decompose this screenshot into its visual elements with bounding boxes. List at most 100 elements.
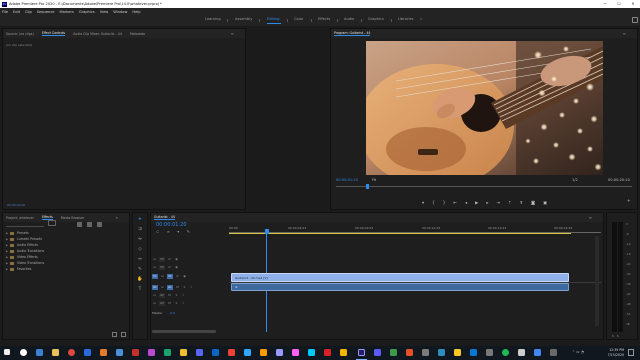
chrome-icon[interactable] (68, 349, 75, 356)
file-explorer-icon[interactable] (52, 349, 59, 356)
tab-project[interactable]: Project: whatever (6, 216, 34, 220)
menu-help[interactable]: Help (132, 10, 140, 14)
mail-icon[interactable] (84, 349, 91, 356)
app-icon[interactable] (228, 349, 235, 356)
creative-cloud-icon[interactable] (324, 349, 331, 356)
app-icon[interactable] (212, 349, 219, 356)
workspaces-more-button[interactable]: » (420, 17, 422, 24)
track-target-a3[interactable]: A3 (159, 301, 165, 306)
razor-tool-icon[interactable]: ◇ (136, 246, 144, 254)
extract-icon[interactable]: ⇞ (519, 200, 523, 205)
type-tool-icon[interactable]: T (136, 286, 144, 294)
workspace-learning[interactable]: Learning (205, 17, 221, 24)
tab-metadata[interactable]: Metadata (130, 32, 145, 36)
selection-tool-icon[interactable]: ➤ (136, 216, 144, 224)
track-target-v3[interactable]: V3 (159, 257, 165, 262)
accelerated-effects-icon[interactable] (77, 222, 82, 227)
solo-icon[interactable]: S (174, 293, 179, 298)
maximize-button[interactable]: ☐ (612, 0, 626, 8)
menu-sequence[interactable]: Sequence (37, 10, 55, 14)
timeline-timecode[interactable]: 00:00:01:20 (156, 222, 187, 228)
discord-icon[interactable] (196, 349, 203, 356)
app-icon[interactable] (518, 349, 525, 356)
solo-icon[interactable]: S (174, 301, 179, 306)
program-playhead[interactable] (366, 184, 369, 189)
timeline-settings-icon[interactable]: ✎ (187, 229, 190, 234)
menu-view[interactable]: View (100, 10, 109, 14)
firefox-icon[interactable] (100, 349, 107, 356)
panel-menu-icon[interactable]: ≡ (623, 31, 626, 36)
tab-media-browser[interactable]: Media Browser (61, 216, 85, 220)
tab-effect-controls[interactable]: Effect Controls (41, 31, 66, 36)
solo-left-button[interactable]: S (612, 334, 614, 338)
workspace-libraries[interactable]: Libraries (398, 17, 414, 24)
lock-icon[interactable]: ⊡ (160, 285, 165, 290)
program-quality-dropdown[interactable]: 1/2 (572, 178, 578, 182)
search-icon[interactable] (20, 349, 27, 356)
solo-icon[interactable]: S (182, 285, 187, 290)
app-icon[interactable] (180, 349, 187, 356)
new-bin-icon[interactable] (112, 332, 117, 337)
menu-clip[interactable]: Clip (25, 10, 32, 14)
system-tray-icons[interactable]: ⌃ ▭ ◔ (572, 350, 584, 354)
menu-window[interactable]: Window (113, 10, 127, 14)
effect-controls-timecode[interactable]: 00;00;00;00 (7, 203, 25, 207)
app-icon[interactable] (406, 349, 413, 356)
work-area-bar[interactable] (229, 233, 571, 234)
after-effects-icon[interactable] (276, 349, 283, 356)
timeline-zoom-scrollbar[interactable] (152, 330, 216, 333)
32-bit-effects-icon[interactable] (87, 222, 92, 227)
track-target-v1[interactable]: V1 (167, 274, 173, 279)
menu-graphics[interactable]: Graphics (79, 10, 95, 14)
sync-lock-icon[interactable]: ⇄ (167, 257, 172, 262)
lock-icon[interactable]: ⊡ (152, 293, 157, 298)
mark-in-icon[interactable]: { (432, 200, 435, 205)
eye-icon[interactable]: ◉ (174, 257, 179, 262)
app-icon[interactable] (390, 349, 397, 356)
mute-icon[interactable]: M (167, 293, 172, 298)
close-button[interactable]: ✕ (626, 0, 640, 8)
app-icon[interactable] (438, 349, 445, 356)
photoshop-icon[interactable] (244, 349, 251, 356)
premiere-pro-taskbar-icon[interactable] (358, 349, 365, 356)
eye-icon[interactable]: ◉ (182, 274, 187, 279)
menu-file[interactable]: File (2, 10, 8, 14)
microphone-icon[interactable]: ♪ (181, 293, 186, 298)
source-patch-a1[interactable]: A1 (152, 285, 158, 290)
button-editor-icon[interactable]: + (627, 198, 631, 203)
spotify-icon[interactable] (502, 349, 509, 356)
tab-program[interactable]: Program: Guitarist - 44 (334, 31, 371, 36)
program-time-ruler[interactable] (336, 186, 632, 187)
quick-export-icon[interactable] (632, 17, 638, 23)
tab-source[interactable]: Source: (no clips) (6, 32, 34, 36)
menu-edit[interactable]: Edit (13, 10, 20, 14)
app-icon[interactable] (422, 349, 429, 356)
microphone-icon[interactable]: ♪ (181, 301, 186, 306)
go-to-out-icon[interactable]: ⇥ (496, 200, 500, 205)
minimize-button[interactable]: — (598, 0, 612, 8)
panel-menu-icon[interactable]: ≡ (231, 31, 234, 36)
step-forward-icon[interactable]: ▸ (486, 200, 488, 205)
app-icon[interactable] (340, 349, 347, 356)
program-current-time[interactable]: 00:00:01:20 (336, 178, 358, 182)
tab-audio-clip-mixer[interactable]: Audio Clip Mixer: Guitarist - 44 (73, 32, 122, 36)
notifications-icon[interactable] (628, 349, 634, 356)
app-icon[interactable] (486, 349, 493, 356)
solo-right-button[interactable]: S (617, 334, 619, 338)
play-icon[interactable]: ▶ (475, 200, 478, 205)
workspace-color[interactable]: Color (294, 17, 303, 24)
app-icon[interactable] (470, 349, 477, 356)
yuv-effects-icon[interactable] (97, 222, 102, 227)
tab-sequence[interactable]: Guitarist - 44 (154, 215, 175, 220)
master-volume-value[interactable]: 0.0 (170, 311, 175, 315)
illustrator-icon[interactable] (260, 349, 267, 356)
app-icon[interactable] (164, 349, 171, 356)
sync-lock-icon[interactable]: ⇄ (175, 274, 180, 279)
media-app-icon[interactable] (132, 349, 139, 356)
app-icon[interactable] (374, 349, 381, 356)
app-icon[interactable] (454, 349, 461, 356)
track-target-v2[interactable]: V2 (159, 265, 165, 270)
workspace-audio[interactable]: Audio (344, 17, 354, 24)
linked-selection-icon[interactable]: ∞ (167, 229, 170, 234)
effects-search-input[interactable] (6, 222, 44, 227)
